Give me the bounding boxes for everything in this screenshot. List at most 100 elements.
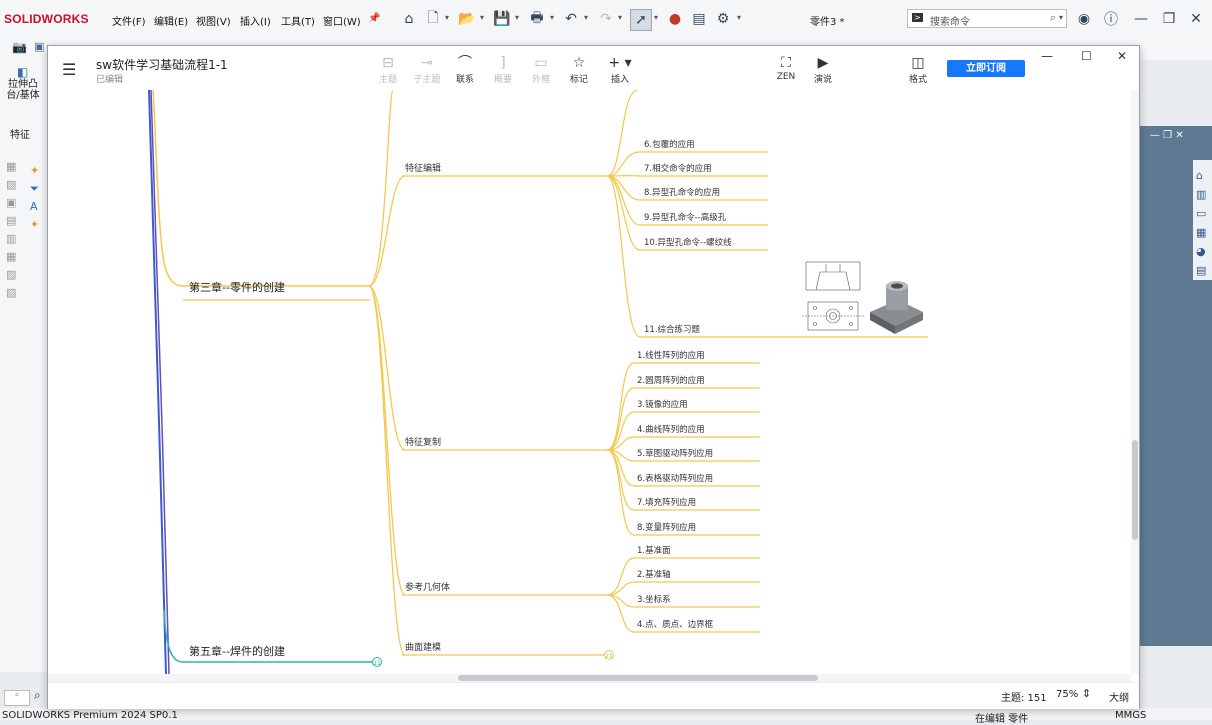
maximize-icon[interactable]: ☐ <box>1081 49 1092 63</box>
subtopic-button[interactable]: ⊸ 子主题 <box>407 54 447 86</box>
chevron-down-icon[interactable]: ▾ <box>515 13 519 22</box>
outline-button[interactable]: 大纲 <box>1109 689 1129 704</box>
gear-icon[interactable]: ⚙ <box>713 9 733 29</box>
chevron-down-icon[interactable]: ▾ <box>654 13 658 22</box>
horizontal-scrollbar[interactable] <box>48 674 1131 682</box>
component-icon[interactable]: ▣ <box>34 40 44 53</box>
menu-file[interactable]: 文件(F) <box>112 13 146 28</box>
minimize-icon[interactable]: — <box>1131 9 1151 29</box>
chevron-down-icon[interactable]: ▾ <box>550 13 554 22</box>
relationship-button[interactable]: ⌒ 联系 <box>445 54 485 86</box>
exercise-item[interactable]: 11.综合练习题 <box>644 324 701 335</box>
chevron-down-icon[interactable]: ▾ <box>445 13 449 22</box>
search-placeholder: 搜索命令 <box>930 17 970 28</box>
traffic-light-icon[interactable]: ● <box>665 9 685 29</box>
chevron-down-icon[interactable]: ▾ <box>737 13 741 22</box>
list-item[interactable]: 2.圆周阵列的应用 <box>637 375 705 386</box>
format-button[interactable]: ◫ 格式 <box>898 54 938 86</box>
insert-button[interactable]: + ▾ 插入 <box>600 54 640 86</box>
vertical-scrollbar[interactable] <box>1131 90 1139 674</box>
menu-view[interactable]: 视图(V) <box>196 13 231 28</box>
menu-window[interactable]: 窗口(W) <box>323 13 361 28</box>
file-properties-icon[interactable]: ▤ <box>689 9 709 29</box>
panel-window-controls[interactable]: — ❐ ✕ <box>1150 130 1184 141</box>
list-item[interactable]: 7.相交命令的应用 <box>644 163 712 174</box>
user-account-icon[interactable]: ◉ <box>1074 9 1094 29</box>
list-item[interactable]: 2.基准轴 <box>637 569 671 580</box>
scroll-thumb[interactable] <box>1132 440 1138 540</box>
list-item[interactable]: 3.坐标系 <box>637 594 671 605</box>
tab-features[interactable]: 特征 <box>10 126 30 141</box>
chevron-down-icon[interactable]: ▾ <box>1059 13 1063 22</box>
list-item[interactable]: 8.变量阵列应用 <box>637 522 696 533</box>
list-item[interactable]: 1.基准面 <box>637 545 671 556</box>
home-icon[interactable]: ⌂ <box>399 9 419 29</box>
menu-icon[interactable]: ☰ <box>62 60 76 79</box>
zoom-stepper-icon[interactable]: ⇕ <box>1082 687 1091 700</box>
close-icon[interactable]: ✕ <box>1186 9 1206 29</box>
menu-insert[interactable]: 插入(I) <box>240 13 271 28</box>
surface-modeling-topic[interactable]: 曲面建模 <box>405 641 441 653</box>
chevron-down-icon[interactable]: ▾ <box>480 13 484 22</box>
search-commands-input[interactable]: > 搜索命令 ⌕ <box>907 9 1067 28</box>
redo-icon[interactable]: ↷ <box>596 9 616 29</box>
list-item[interactable]: 8.异型孔命令的应用 <box>644 187 720 198</box>
list-item[interactable]: 7.填充阵列应用 <box>637 497 696 508</box>
undo-icon[interactable]: ↶ <box>561 9 581 29</box>
feature-tree-icons[interactable]: ✦ ⏷ A ✦ <box>30 162 39 234</box>
list-item[interactable]: 1.线性阵列的应用 <box>637 350 705 361</box>
solidworks-logo: SOLIDWORKS <box>4 12 89 26</box>
maximize-icon[interactable]: ❐ <box>1159 9 1179 29</box>
save-icon[interactable]: 💾 <box>492 9 512 29</box>
list-item[interactable]: 6.表格驱动阵列应用 <box>637 473 713 484</box>
print-icon[interactable]: 🖶 <box>527 9 547 29</box>
summary-button[interactable]: ] 概要 <box>483 54 523 86</box>
units-status[interactable]: MMGS <box>1115 710 1146 721</box>
topic-button[interactable]: ⊟ 主题 <box>368 54 408 86</box>
chevron-down-icon[interactable]: ▾ <box>584 13 588 22</box>
new-document-icon[interactable]: 🗋 <box>423 9 443 29</box>
mindmap-footer: 主题: 151 75% ⇕ 大纲 <box>48 682 1139 709</box>
list-item[interactable]: 4.点、质点、边界框 <box>637 619 714 630</box>
help-icon[interactable]: ⓘ <box>1101 9 1121 29</box>
feature-edit-topic[interactable]: 特征编辑 <box>405 162 441 174</box>
ref-geometry-topic[interactable]: 参考几何体 <box>405 581 450 593</box>
mindmap-toolbar: ☰ sw软件学习基础流程1-1 已编辑 ⊟ 主题 ⊸ 子主题 ⌒ 联系 ] 概要 ▭ 外框… <box>48 46 1139 90</box>
task-pane-icons[interactable]: ⌂ ▥ ▭ ▦ ◕ ▤ <box>1196 166 1206 280</box>
scroll-thumb[interactable] <box>458 675 818 681</box>
extrude-boss-label[interactable]: 拉伸凸台/基体 <box>6 79 40 101</box>
menu-edit[interactable]: 编辑(E) <box>154 13 188 28</box>
select-cursor-icon[interactable]: ➚ <box>630 9 652 31</box>
list-item[interactable]: 10.异型孔命令--螺纹线 <box>644 237 732 248</box>
list-item[interactable]: 3.镜像的应用 <box>637 399 688 410</box>
view-toggle[interactable]: ◦ <box>4 690 30 706</box>
pitch-button[interactable]: ▶ 演说 <box>803 54 843 86</box>
extrude-boss-icon[interactable]: ◧ <box>17 65 28 79</box>
chapter-3-topic[interactable]: 第三章--零件的创建 <box>189 280 285 294</box>
open-folder-icon[interactable]: 📂 <box>457 9 477 29</box>
mindmap-canvas[interactable]: 11 21 第三章--零件的创建 第五章--焊件的创建 特征编辑 特征复制 参考… <box>48 90 1131 674</box>
boundary-button[interactable]: ▭ 外框 <box>521 54 561 86</box>
chapter-5-topic[interactable]: 第五章--焊件的创建 <box>189 644 285 658</box>
pin-icon[interactable]: 📌 <box>368 13 380 24</box>
list-item[interactable]: 9.异型孔命令--高级孔 <box>644 212 727 223</box>
list-item[interactable]: 5.草图驱动阵列应用 <box>637 448 713 459</box>
close-icon[interactable]: ✕ <box>1117 49 1127 63</box>
feature-copy-topic[interactable]: 特征复制 <box>405 436 441 448</box>
zoom-level[interactable]: 75% <box>1056 689 1078 700</box>
exercise-3d-part-image[interactable] <box>870 281 923 334</box>
list-item[interactable]: 4.曲线阵列的应用 <box>637 424 705 435</box>
chevron-down-icon[interactable]: ▾ <box>618 13 622 22</box>
search-icon[interactable]: ⌕ <box>1050 11 1056 25</box>
exercise-drawing-image[interactable] <box>802 261 864 331</box>
version-text: SOLIDWORKS Premium 2024 SP0.1 <box>2 710 178 721</box>
subscribe-button[interactable]: 立即订阅 <box>947 60 1025 77</box>
search-icon[interactable]: ⌕ <box>34 688 41 703</box>
minimize-icon[interactable]: — <box>1041 49 1053 63</box>
zen-button[interactable]: ⛶ ZEN <box>766 54 806 86</box>
camera-icon[interactable]: 📷 <box>12 40 27 54</box>
list-item[interactable]: 6.包覆的应用 <box>644 139 695 150</box>
menu-tools[interactable]: 工具(T) <box>281 13 315 28</box>
marker-button[interactable]: ☆ 标记 <box>559 54 599 86</box>
panel-toolbar-icons[interactable]: ▦ ▧ ▣ ▤ ▥ ▦ ▧ ▨ <box>6 158 16 302</box>
